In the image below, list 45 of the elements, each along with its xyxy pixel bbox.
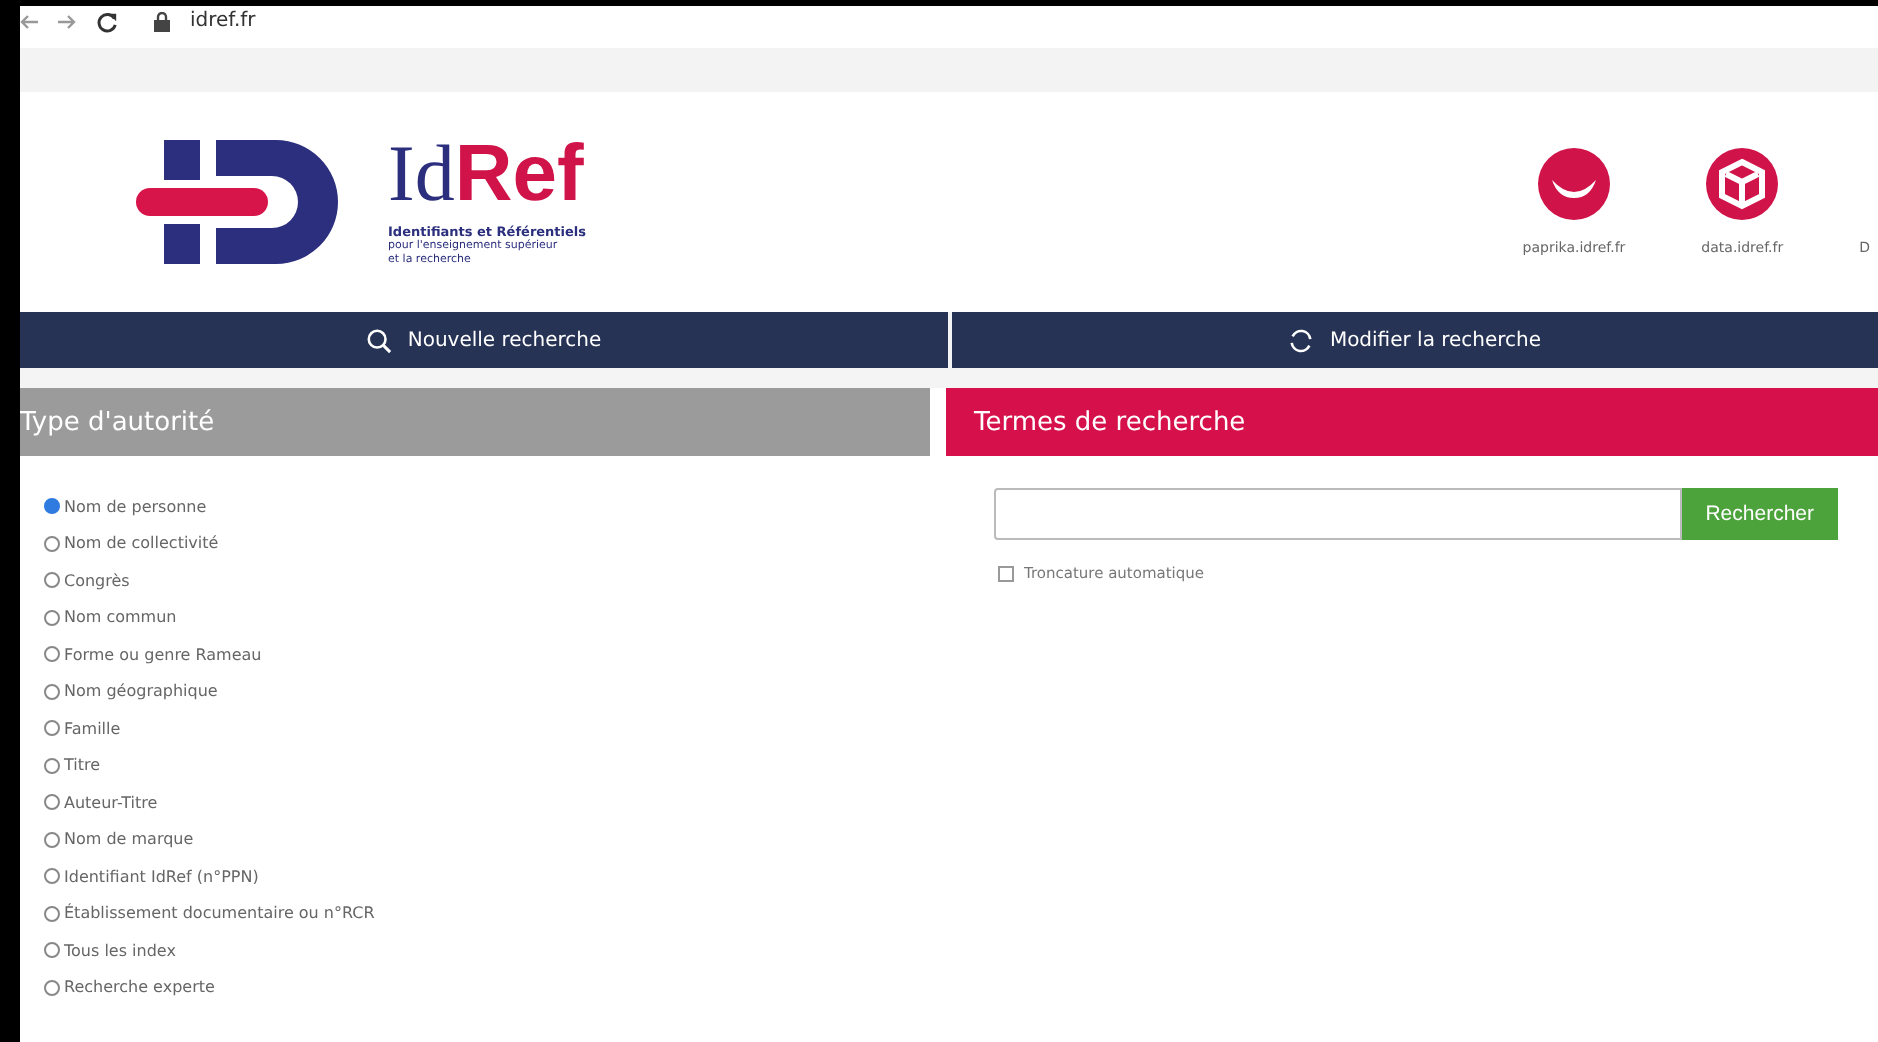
address-bar-url[interactable]: idref.fr — [190, 8, 256, 36]
radio-label[interactable]: Famille — [64, 719, 121, 738]
radio-button[interactable] — [44, 868, 60, 885]
back-icon[interactable] — [20, 14, 38, 30]
radio-button[interactable] — [44, 979, 60, 996]
radio-button[interactable] — [44, 905, 60, 922]
radio-button[interactable] — [44, 942, 60, 959]
panel-header: Termes de recherche — [946, 388, 1878, 456]
radio-label[interactable]: Nom géographique — [64, 682, 218, 701]
radio-button[interactable] — [44, 646, 60, 663]
radio-label[interactable]: Nom de collectivité — [64, 534, 219, 553]
search-button[interactable]: Rechercher — [1681, 488, 1838, 540]
smile-icon[interactable] — [1537, 148, 1610, 220]
radio-button[interactable] — [44, 794, 60, 811]
radio-label[interactable]: Nom de personne — [64, 497, 207, 516]
radio-label[interactable]: Identifiant IdRef (n°PPN) — [64, 867, 259, 886]
radio-label[interactable]: Nom de marque — [64, 830, 194, 849]
radio-button[interactable] — [44, 535, 60, 552]
reload-icon[interactable] — [96, 11, 118, 33]
cube-icon[interactable] — [1706, 148, 1779, 220]
radio-label[interactable]: Nom commun — [64, 608, 177, 627]
radio-button[interactable] — [44, 572, 60, 589]
radio-label[interactable]: Auteur-Titre — [64, 793, 158, 812]
refresh-icon — [1287, 327, 1314, 353]
radio-label[interactable]: Congrès — [64, 571, 130, 590]
radio-button[interactable] — [44, 609, 60, 626]
logo-wordmark: Id — [388, 127, 455, 217]
search-icon — [365, 327, 392, 353]
forward-icon[interactable] — [58, 14, 76, 30]
radio-label[interactable]: Recherche experte — [64, 978, 215, 997]
radio-label[interactable]: Titre — [64, 756, 101, 775]
radio-label[interactable]: Tous les index — [64, 941, 176, 960]
panel-header: Type d'autorité — [20, 388, 930, 456]
radio-button[interactable] — [44, 720, 60, 737]
radio-button[interactable] — [44, 757, 60, 774]
search-field[interactable] — [994, 488, 1682, 540]
radio-button[interactable] — [44, 831, 60, 848]
checkbox[interactable] — [998, 565, 1014, 581]
nav-button[interactable]: Modifier la recherche — [951, 312, 1878, 368]
radio-label[interactable]: Établissement documentaire ou n°RCR — [64, 904, 375, 923]
radio-button[interactable] — [44, 683, 60, 700]
logo-wordmark-accent: Ref — [454, 129, 584, 217]
radio-button[interactable] — [44, 498, 60, 515]
lock-icon — [154, 12, 170, 32]
radio-label[interactable]: Forme ou genre Rameau — [64, 645, 262, 664]
